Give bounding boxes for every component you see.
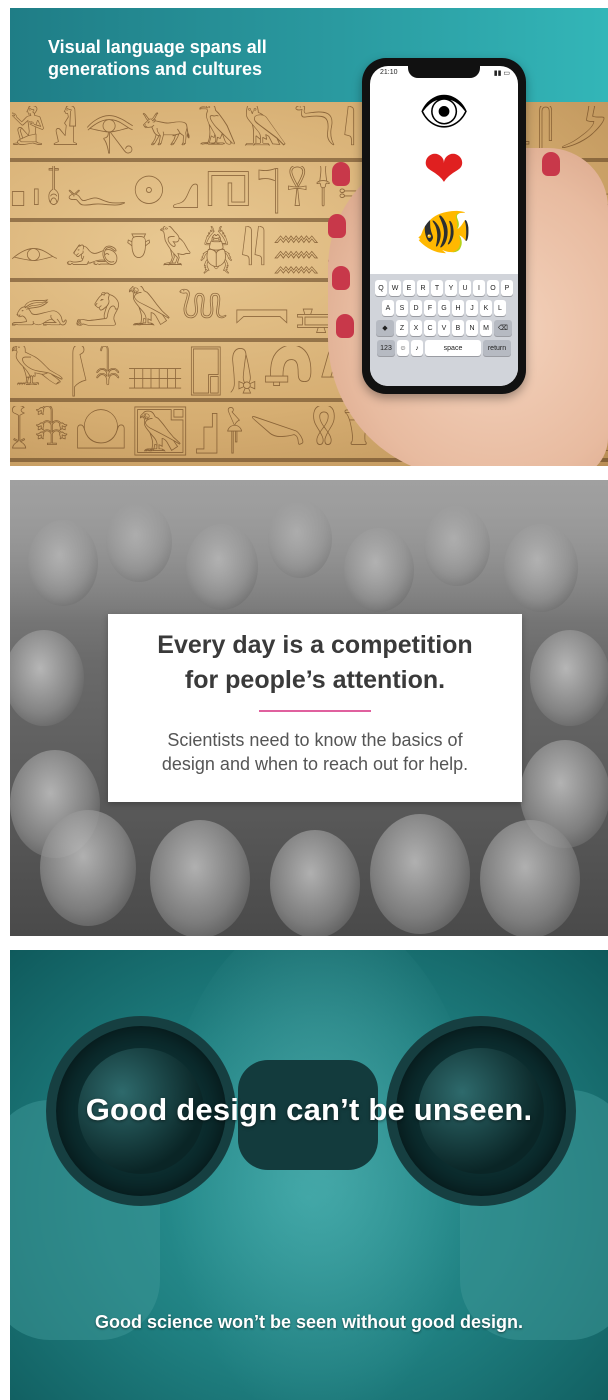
fingernail <box>328 214 346 238</box>
crowd-panel: Every day is a competition for people’s … <box>10 480 608 936</box>
accent-divider <box>259 710 371 712</box>
space-key[interactable]: space <box>425 340 481 356</box>
key[interactable]: K <box>480 300 492 316</box>
binoculars-panel: Good design can’t be unseen. Good scienc… <box>10 950 608 1400</box>
key[interactable]: M <box>480 320 492 336</box>
crowd-face <box>480 820 580 936</box>
key[interactable]: P <box>501 280 513 296</box>
key[interactable]: S <box>396 300 408 316</box>
fingernail <box>542 152 560 176</box>
phone-notch <box>408 66 480 78</box>
keyboard-row-2: A S D F G H J K L <box>373 300 515 316</box>
key[interactable]: B <box>452 320 464 336</box>
key[interactable]: E <box>403 280 415 296</box>
key[interactable]: H <box>452 300 464 316</box>
card-body-line-2: design and when to reach out for help. <box>161 754 469 774</box>
phone-screen: 21:10 ▮▮ ▭ 👁 ❤ 🐠 Q W E R T Y U I O P A S… <box>370 66 518 386</box>
key[interactable]: R <box>417 280 429 296</box>
keyboard-row-4: 123 ☺ ♪ space return <box>373 340 515 356</box>
panel3-headline: Good design can’t be unseen. <box>85 1092 533 1127</box>
key[interactable]: W <box>389 280 401 296</box>
key[interactable]: C <box>424 320 436 336</box>
emoji-key-icon[interactable]: ☺ <box>397 340 409 356</box>
key[interactable]: N <box>466 320 478 336</box>
numbers-key[interactable]: 123 <box>377 340 395 356</box>
crowd-face <box>40 810 136 926</box>
shift-key-icon[interactable]: ◆ <box>376 320 394 336</box>
key[interactable]: O <box>487 280 499 296</box>
key[interactable]: I <box>473 280 485 296</box>
panel1-headline: Visual language spans all generations an… <box>48 37 267 79</box>
key[interactable]: Q <box>375 280 387 296</box>
crowd-face <box>10 630 84 726</box>
key[interactable]: X <box>410 320 422 336</box>
hieroglyph-panel: 𓀀𓁐𓂀𓃒𓄿𓅓𓆓𓇋𓈖𓉐𓊃𓋴𓌳𓍯𓎛𓏏𓀀𓁐 𓊪𓏤𓄤𓆑𓇳𓈎𓉔𓊹𓋹𓌂𓍿𓎡𓏛𓐍𓀭𓁷𓂋𓃀 𓁹𓃭… <box>10 8 608 466</box>
key[interactable]: G <box>438 300 450 316</box>
key[interactable]: A <box>382 300 394 316</box>
signal-battery-icon: ▮▮ ▭ <box>493 70 510 77</box>
key[interactable]: Z <box>396 320 408 336</box>
card-title: Every day is a competition for people’s … <box>108 628 522 698</box>
card-title-line-2: for people’s attention. <box>184 666 446 694</box>
key[interactable]: Y <box>445 280 457 296</box>
fingernail <box>332 266 350 290</box>
panel3-subline: Good science won’t be seen without good … <box>94 1312 524 1332</box>
eye-emoji-icon: 👁 <box>418 89 470 135</box>
status-time: 21:10 <box>380 69 398 76</box>
card-body-line-1: Scientists need to know the basics of <box>167 730 463 750</box>
on-screen-keyboard: Q W E R T Y U I O P A S D F G H J K L ◆ … <box>370 274 518 386</box>
crowd-face <box>150 820 250 936</box>
card-title-line-1: Every day is a competition <box>157 631 473 659</box>
key[interactable]: U <box>459 280 471 296</box>
crowd-face <box>530 630 608 726</box>
key[interactable]: F <box>424 300 436 316</box>
keyboard-row-1: Q W E R T Y U I O P <box>373 280 515 296</box>
card-body: Scientists need to know the basics of de… <box>108 728 522 776</box>
backspace-key-icon[interactable]: ⌫ <box>494 320 512 336</box>
key[interactable]: T <box>431 280 443 296</box>
return-key[interactable]: return <box>483 340 511 356</box>
key[interactable]: D <box>410 300 422 316</box>
crowd-face <box>270 830 360 936</box>
smartphone: 21:10 ▮▮ ▭ 👁 ❤ 🐠 Q W E R T Y U I O P A S… <box>362 58 526 394</box>
fingernail <box>332 162 350 186</box>
key[interactable]: J <box>466 300 478 316</box>
key[interactable]: L <box>494 300 506 316</box>
heart-emoji-icon: ❤ <box>423 140 465 198</box>
top-fade-overlay <box>10 480 608 620</box>
keyboard-row-3: ◆ Z X C V B N M ⌫ <box>373 320 515 336</box>
tropical-fish-emoji-icon: 🐠 <box>415 204 473 258</box>
microphone-key-icon[interactable]: ♪ <box>411 340 423 356</box>
key[interactable]: V <box>438 320 450 336</box>
crowd-face <box>370 814 470 934</box>
fingernail <box>336 314 354 338</box>
message-card: Every day is a competition for people’s … <box>108 614 522 802</box>
